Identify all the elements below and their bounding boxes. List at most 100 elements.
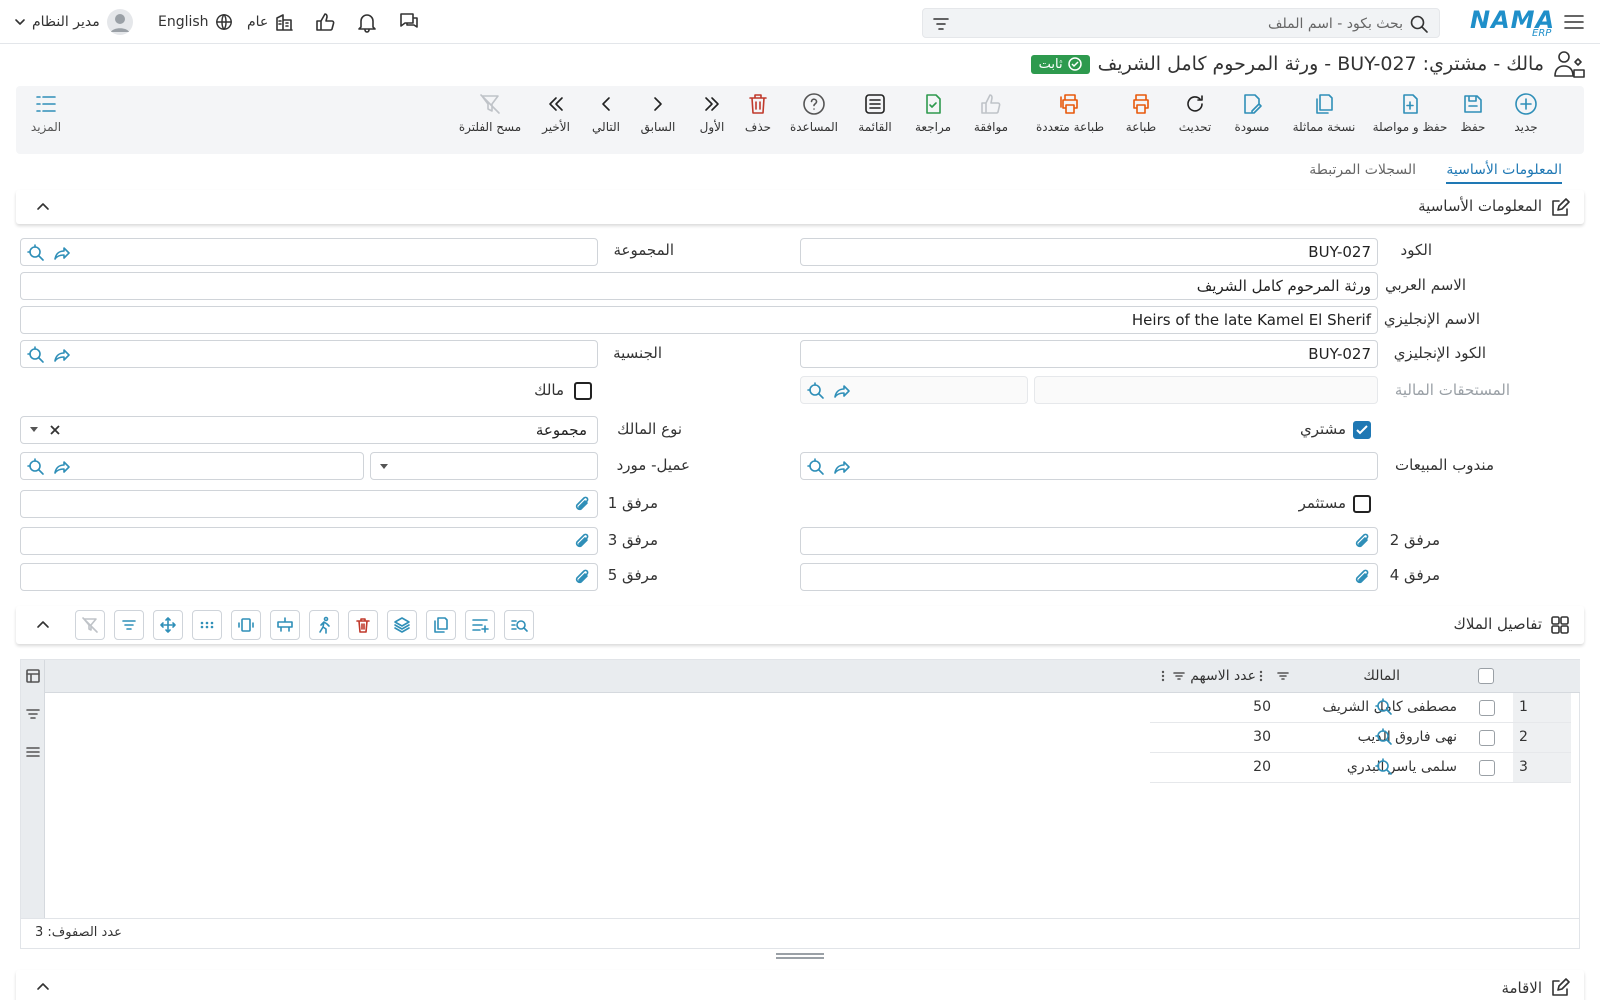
zoom-search-icon[interactable] (807, 458, 825, 476)
zoom-search-icon[interactable] (27, 346, 45, 364)
english-code-field[interactable]: BUY-027 (800, 340, 1378, 368)
paperclip-icon[interactable] (573, 495, 591, 513)
owner-type-select[interactable]: مجموعة (20, 416, 598, 444)
share-arrow-icon[interactable] (53, 346, 71, 364)
tab-basic-info[interactable]: المعلومات الأساسية (1446, 162, 1562, 184)
duplicate-button[interactable]: نسخة مماثلة (1284, 92, 1364, 148)
owner-cell[interactable]: سلمى ياسر البدري (1347, 759, 1457, 775)
grid-copy-button[interactable] (426, 610, 456, 640)
review-button[interactable]: مراجعة (908, 92, 958, 148)
filter-lines-icon[interactable] (1276, 669, 1290, 683)
new-button[interactable]: جديد (1506, 92, 1546, 148)
previous-button[interactable]: السابق (636, 92, 680, 148)
zoom-search-icon[interactable] (1375, 758, 1393, 776)
share-arrow-icon[interactable] (833, 458, 851, 476)
sales-rep-field[interactable] (800, 452, 1378, 480)
resize-handle[interactable] (776, 953, 824, 959)
menu-lines-icon[interactable] (25, 744, 41, 760)
paperclip-icon[interactable] (573, 568, 591, 586)
more-button[interactable]: المزيد (24, 92, 68, 148)
row-checkbox[interactable] (1479, 700, 1495, 716)
filter-lines-icon[interactable] (1172, 669, 1186, 683)
user-menu[interactable]: مدير النظام (14, 9, 134, 35)
nationality-field[interactable] (20, 340, 598, 368)
share-arrow-icon[interactable] (53, 458, 71, 476)
table-row[interactable]: 1 مصطفى كامل الشريف 50 (1150, 693, 1571, 723)
tab-related-records[interactable]: السجلات المرتبطة (1309, 162, 1416, 178)
attach4-field[interactable] (800, 563, 1378, 591)
last-button[interactable]: الأخير (534, 92, 578, 148)
attach5-field[interactable] (20, 563, 598, 591)
grid-run-button[interactable] (309, 610, 339, 640)
table-row[interactable]: 2 نهى فاروق الديب 30 (1150, 723, 1571, 753)
chevron-up-icon[interactable] (36, 980, 50, 994)
grid-dots-button[interactable] (192, 610, 222, 640)
multi-print-button[interactable]: طباعة متعددة (1028, 92, 1112, 148)
attach2-field[interactable] (800, 527, 1378, 555)
row-checkbox[interactable] (1479, 760, 1495, 776)
row-checkbox[interactable] (1479, 730, 1495, 746)
search-input[interactable] (983, 14, 1403, 34)
owner-checkbox[interactable] (574, 382, 592, 400)
shares-cell[interactable]: 30 (1253, 729, 1271, 745)
investor-checkbox[interactable] (1353, 495, 1371, 513)
table-row[interactable]: 3 سلمى ياسر البدري 20 (1150, 753, 1571, 783)
filter-button[interactable] (931, 14, 951, 34)
approve-button[interactable]: موافقة (966, 92, 1016, 148)
grid-layers-button[interactable] (387, 610, 417, 640)
group-field[interactable] (20, 238, 598, 266)
table-settings-icon[interactable] (25, 668, 41, 684)
like-button[interactable] (314, 10, 336, 34)
arabic-name-field[interactable]: ورثة المرحوم كامل الشريف (20, 272, 1378, 300)
help-button[interactable]: المساعدة (782, 92, 846, 148)
buyer-checkbox[interactable] (1353, 421, 1371, 439)
notifications-button[interactable] (356, 10, 378, 34)
select-all-checkbox[interactable] (1478, 668, 1494, 684)
list-button[interactable]: القائمة (850, 92, 900, 148)
paperclip-icon[interactable] (1353, 532, 1371, 550)
clear-x-icon[interactable] (49, 424, 61, 436)
chevron-up-icon[interactable] (36, 200, 50, 214)
scope-switch[interactable]: عام (247, 10, 294, 34)
print-button[interactable]: طباعة (1116, 92, 1166, 148)
chevron-up-icon[interactable] (36, 618, 50, 632)
draft-button[interactable]: مسودة (1226, 92, 1278, 148)
customer-supplier-type-select[interactable] (370, 452, 598, 480)
grid-insert-row-button[interactable] (270, 610, 300, 640)
grid-move-button[interactable] (153, 610, 183, 640)
grid-fit-button[interactable] (231, 610, 261, 640)
first-button[interactable]: الأول (692, 92, 732, 148)
save-continue-button[interactable]: حفظ و مواصلة (1362, 92, 1458, 148)
attach1-field[interactable] (20, 490, 598, 518)
col-shares-header[interactable]: عدد الاسهم (1190, 668, 1256, 684)
grid-search-button[interactable] (504, 610, 534, 640)
zoom-search-icon[interactable] (27, 244, 45, 262)
owner-cell[interactable]: نهى فاروق الديب (1358, 729, 1457, 745)
column-menu-icon[interactable] (1160, 669, 1166, 683)
col-owner-header[interactable]: المالك (1363, 668, 1400, 684)
grid-clear-filter-button[interactable] (75, 610, 105, 640)
messages-button[interactable] (397, 10, 421, 34)
filter-lines-icon[interactable] (25, 706, 41, 722)
code-field[interactable]: BUY-027 (800, 238, 1378, 266)
zoom-search-icon[interactable] (1375, 698, 1393, 716)
paperclip-icon[interactable] (573, 532, 591, 550)
shares-cell[interactable]: 20 (1253, 759, 1271, 775)
language-switch[interactable]: English (158, 10, 233, 34)
grid-add-lines-button[interactable] (465, 610, 495, 640)
brand-logo[interactable]: NAMA ERP (1470, 6, 1556, 40)
shares-cell[interactable]: 50 (1253, 699, 1271, 715)
refresh-button[interactable]: تحديث (1170, 92, 1220, 148)
grid-delete-button[interactable] (348, 610, 378, 640)
clear-filter-button[interactable]: مسح الفلترة (456, 92, 524, 148)
main-menu-button[interactable] (1562, 11, 1586, 33)
save-button[interactable]: حفظ (1453, 92, 1493, 148)
attach3-field[interactable] (20, 527, 598, 555)
grid-filter-button[interactable] (114, 610, 144, 640)
next-button[interactable]: التالي (584, 92, 628, 148)
column-menu-icon[interactable] (1258, 669, 1264, 683)
paperclip-icon[interactable] (1353, 568, 1371, 586)
caret-down-icon[interactable] (29, 426, 39, 434)
zoom-search-icon[interactable] (27, 458, 45, 476)
delete-button[interactable]: حذف (738, 92, 778, 148)
